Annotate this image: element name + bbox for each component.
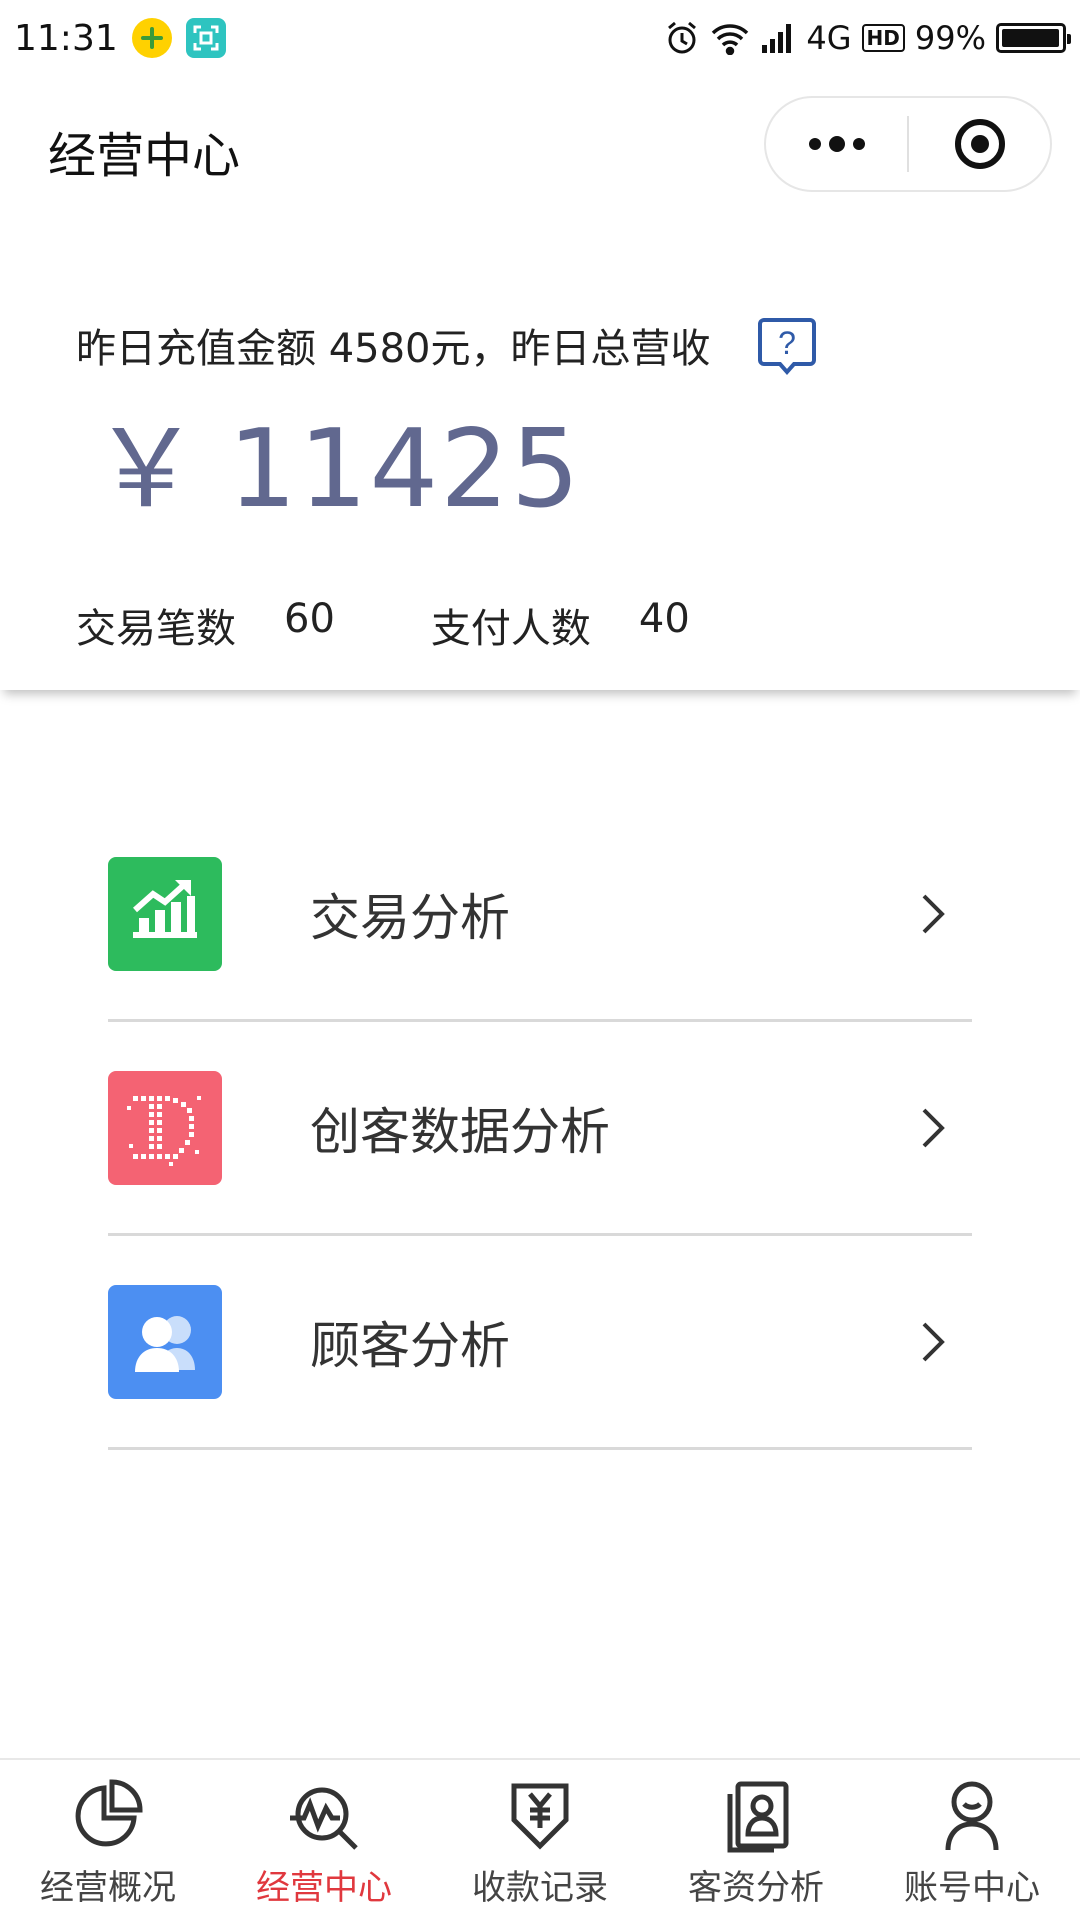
mini-program-capsule bbox=[764, 96, 1052, 192]
stat-value: 40 bbox=[638, 596, 690, 642]
menu-item-transaction-analysis[interactable]: 交易分析 bbox=[108, 808, 972, 1022]
stat-label: 交易笔数 bbox=[76, 606, 236, 652]
tab-label: 账号中心 bbox=[904, 1868, 1040, 1908]
page-title: 经营中心 bbox=[48, 128, 241, 184]
summary-text: 昨日充值金额 4580元，昨日总营收 bbox=[76, 326, 711, 372]
menu-label: 顾客分析 bbox=[310, 1316, 510, 1375]
total-revenue: ￥ 11425 bbox=[92, 382, 582, 538]
alarm-icon bbox=[668, 21, 697, 54]
chevron-right-icon bbox=[922, 1108, 945, 1147]
stat-label: 支付人数 bbox=[430, 606, 591, 652]
question-bubble-icon[interactable]: ? bbox=[756, 316, 818, 378]
tab-label: 经营中心 bbox=[256, 1868, 392, 1908]
chevron-right-icon bbox=[922, 1322, 945, 1361]
tab-business-overview[interactable]: 经营概况 bbox=[0, 1760, 216, 1920]
scan-notification-icon bbox=[185, 18, 226, 58]
tab-customer-info-analysis[interactable]: 客资分析 bbox=[648, 1760, 864, 1920]
users-icon bbox=[108, 1284, 222, 1399]
menu-item-maker-data-analysis[interactable]: 创客数据分析 bbox=[108, 1022, 972, 1236]
tab-business-center[interactable]: 经营中心 bbox=[216, 1760, 432, 1920]
battery-level bbox=[1002, 29, 1060, 47]
signal-icon bbox=[762, 24, 792, 53]
stat-value: 60 bbox=[284, 596, 335, 642]
svg-text:?: ? bbox=[778, 325, 796, 361]
network-type: 4G bbox=[806, 19, 852, 57]
chevron-right-icon bbox=[922, 894, 945, 933]
contact-book-icon bbox=[727, 1781, 789, 1853]
yuan-receipt-icon bbox=[511, 1783, 569, 1850]
tab-label: 经营概况 bbox=[40, 1868, 176, 1908]
wifi-icon bbox=[712, 24, 749, 55]
more-button[interactable] bbox=[766, 98, 907, 190]
analysis-menu: 交易分析 创客数据分析 顾客分析 bbox=[108, 808, 972, 1450]
pixel-d-icon bbox=[108, 1070, 222, 1185]
stat-payers: 支付人数 40 bbox=[431, 596, 690, 654]
stat-transactions: 交易笔数 60 bbox=[76, 596, 335, 654]
battery-percent: 99% bbox=[914, 19, 986, 57]
revenue-summary-card: 昨日充值金额 4580元，昨日总营收 ? ￥ 11425 交易笔数 60 支付人数… bbox=[0, 212, 1080, 690]
stats-row: 交易笔数 60 支付人数 40 bbox=[76, 596, 786, 654]
battery-icon bbox=[996, 23, 1071, 53]
menu-label: 创客数据分析 bbox=[310, 1102, 610, 1161]
status-time: 11:31 bbox=[14, 17, 118, 59]
menu-label: 交易分析 bbox=[310, 888, 510, 947]
pie-chart-icon bbox=[75, 1779, 143, 1847]
user-smile-icon bbox=[945, 1781, 999, 1851]
hd-badge: HD bbox=[861, 24, 905, 52]
tab-label: 收款记录 bbox=[472, 1868, 608, 1908]
target-circle-icon bbox=[954, 119, 1005, 169]
bottom-tab-bar: 经营概况 经营中心 收款记录 客资分析 账号中心 bbox=[0, 1758, 1080, 1920]
menu-item-customer-analysis[interactable]: 顾客分析 bbox=[108, 1236, 972, 1450]
navigation-bar: 经营中心 bbox=[0, 76, 1080, 212]
status-bar: 11:31 4G HD 99% bbox=[0, 0, 1080, 76]
app-notification-icon bbox=[131, 18, 172, 58]
analytics-search-icon bbox=[290, 1787, 358, 1850]
close-mini-program-button[interactable] bbox=[909, 98, 1050, 190]
tab-payment-records[interactable]: 收款记录 bbox=[432, 1760, 648, 1920]
currency-symbol: ￥ bbox=[92, 407, 203, 532]
tab-label: 客资分析 bbox=[688, 1868, 824, 1908]
tab-account-center[interactable]: 账号中心 bbox=[864, 1760, 1080, 1920]
more-dots-icon bbox=[808, 136, 865, 152]
growth-chart-icon bbox=[108, 856, 222, 971]
revenue-amount: 11425 bbox=[228, 407, 582, 532]
